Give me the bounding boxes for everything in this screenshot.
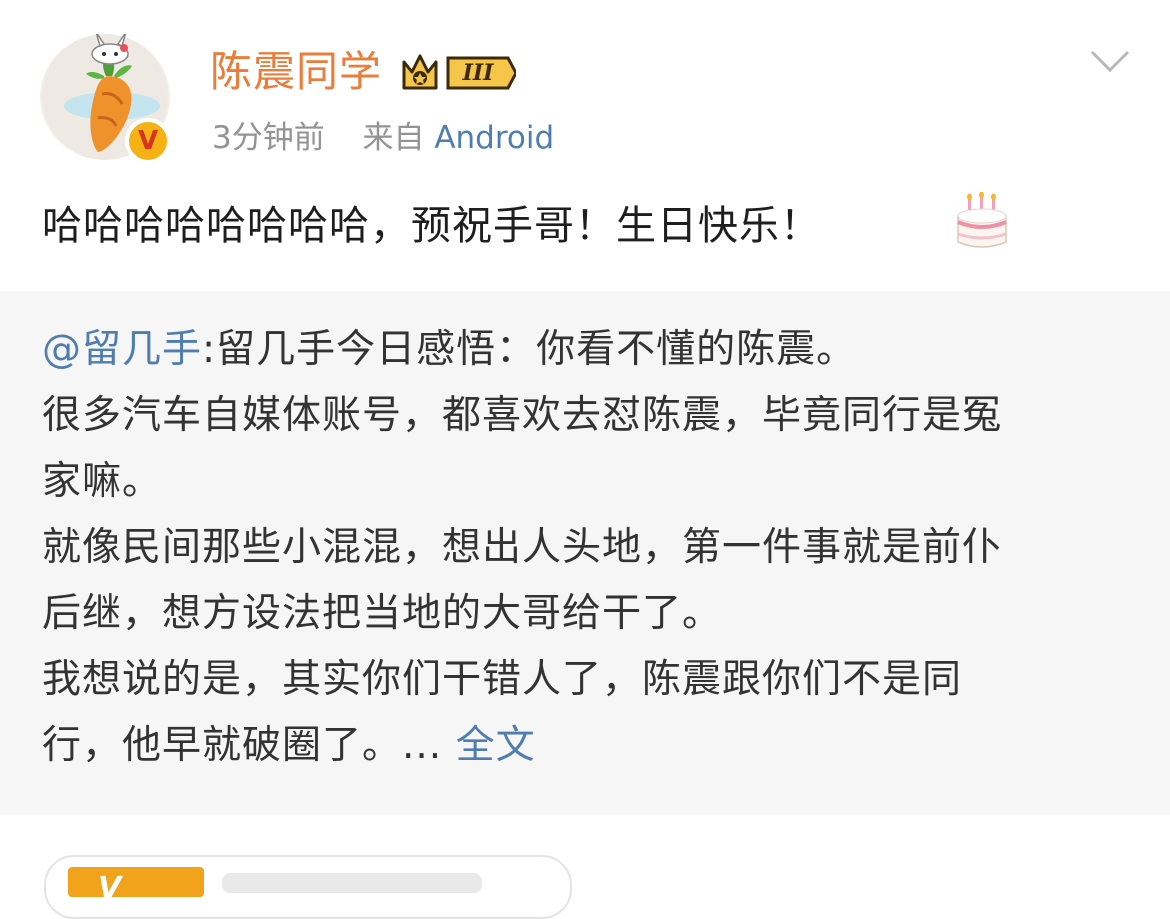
vip-crown-badge-icon[interactable] — [398, 52, 516, 94]
post-text: 哈哈哈哈哈哈哈哈，预祝手哥！生日快乐！ — [42, 203, 821, 249]
repost-line-6: 我想说的是，其实你们干错人了，陈震跟你们不是同 — [42, 657, 963, 702]
repost-line-1: @留几手:留几手今日感悟：你看不懂的陈震。 — [42, 317, 1128, 383]
repost-line-text: :留几手今日感悟：你看不懂的陈震。 — [202, 327, 857, 372]
source-prefix: 来自 — [362, 120, 425, 156]
link-card[interactable]: V — [44, 855, 572, 919]
repost-line-5: 后继，想方设法把当地的大哥给干了。 — [42, 591, 723, 636]
vip-level-label: III — [462, 60, 494, 86]
post-header: V 陈震同学 III 3分钟前 来自 Android — [0, 0, 1170, 180]
user-name[interactable]: 陈震同学 — [210, 46, 382, 98]
card-logo-letter: V — [98, 871, 122, 906]
full-text-link[interactable]: 全文 — [456, 723, 536, 768]
post-time: 3分钟前 — [212, 120, 325, 156]
repost-mention[interactable]: @留几手 — [42, 327, 202, 372]
chevron-down-icon[interactable] — [1090, 48, 1130, 74]
repost-line-2: 很多汽车自媒体账号，都喜欢去怼陈震，毕竟同行是冤 — [42, 393, 1003, 438]
repost-line-7: 行，他早就破圈了。... 全文 — [42, 713, 1128, 779]
repost-line-text: 行，他早就破圈了。... — [42, 723, 443, 768]
birthday-cake-icon — [957, 192, 1007, 248]
repost-text: @留几手:留几手今日感悟：你看不懂的陈震。 很多汽车自媒体账号，都喜欢去怼陈震，… — [42, 317, 1128, 779]
post-meta: 3分钟前 来自 Android — [212, 116, 554, 160]
verified-badge: V — [125, 118, 171, 164]
card-logo: V — [68, 867, 204, 906]
bottom-area: V — [0, 815, 1170, 919]
card-title-placeholder — [222, 873, 482, 893]
repost-line-4: 就像民间那些小混混，想出人头地，第一件事就是前仆 — [42, 525, 1003, 570]
repost-line-3: 家嘛。 — [42, 459, 163, 504]
post-source[interactable]: Android — [434, 120, 554, 156]
repost-block[interactable]: @留几手:留几手今日感悟：你看不懂的陈震。 很多汽车自媒体账号，都喜欢去怼陈震，… — [0, 291, 1170, 815]
